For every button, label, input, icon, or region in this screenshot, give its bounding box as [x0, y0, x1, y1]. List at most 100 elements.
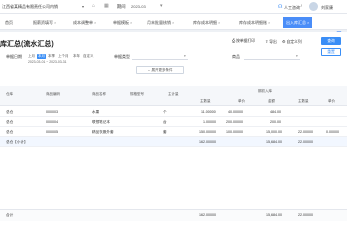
close-icon[interactable]: ×: [172, 20, 174, 25]
cell-warehouse: 总仓: [6, 110, 14, 114]
close-icon[interactable]: ×: [218, 20, 220, 25]
page-title: 库汇总(流水汇总): [0, 41, 54, 48]
tab-label: 出入库汇总: [286, 20, 306, 25]
print-label: 按单据打印: [236, 39, 256, 43]
col-price[interactable]: 单价: [238, 99, 245, 104]
tab-stock-ledger[interactable]: 库存成本明细账×: [236, 17, 273, 28]
date-range-input[interactable]: 2023-03-01 ~ 2023-03-31: [28, 60, 67, 64]
chevron-down-icon[interactable]: ▾: [160, 3, 163, 9]
chip-this-year[interactable]: 本年: [73, 54, 80, 59]
help-link[interactable]: 人工咨询: [284, 5, 300, 11]
reset-button[interactable]: 重置: [321, 48, 341, 56]
cell-unit: 台: [163, 120, 167, 124]
tab-label: 库存成本明细账: [239, 20, 267, 25]
period-value[interactable]: 2023-03: [131, 4, 146, 9]
tab-home[interactable]: 首页: [2, 17, 16, 28]
cell-price: 200.00000: [226, 120, 243, 124]
tab-label: 单据模板: [113, 20, 129, 25]
tab-cost-adjust[interactable]: 成本调整单×: [70, 17, 99, 28]
col-code[interactable]: 商品编码: [46, 92, 60, 97]
export-button[interactable]: ⇪ 导出: [265, 39, 277, 45]
cell-unit: 个: [163, 110, 167, 114]
date-filter-label: 单据日期: [6, 54, 22, 59]
tab-inout-summary[interactable]: 出入库汇总×: [283, 17, 313, 28]
company-name[interactable]: 江西省某精品有限责任公司内销: [2, 4, 58, 10]
close-icon[interactable]: ×: [268, 20, 270, 25]
custom-columns-label: 自定义列: [286, 40, 302, 44]
avatar[interactable]: [309, 2, 318, 11]
chevron-down-icon[interactable]: ▾: [184, 54, 186, 58]
cell-qty2: 22.00000: [298, 130, 313, 134]
col-warehouse[interactable]: 仓库: [6, 92, 13, 97]
tab-salary[interactable]: 报薪资填写×: [30, 17, 59, 28]
chip-custom[interactable]: 自定义: [83, 54, 94, 59]
export-label: 导出: [269, 40, 277, 44]
tab-label: 月末批量核销: [147, 20, 171, 25]
table-row[interactable]: 总仓 000004 联想笔记本 台 1.00000 200.00000 200.…: [0, 117, 347, 127]
top-bar: 江西省某精品有限责任公司内销 ▾ ⌂ ▦ 期间 2023-03 ▾ ☊ 人工咨询…: [0, 0, 347, 14]
subtotal-row: 总仓【小计】 162.00000 15,684.00 22.00000: [0, 137, 347, 147]
cell-price: 40.00000: [228, 110, 243, 114]
tab-stock-cost[interactable]: 库存成本明细×: [190, 17, 223, 28]
menu-grid-icon[interactable]: ▦: [104, 3, 109, 9]
close-icon[interactable]: ×: [94, 20, 96, 25]
tab-month-end[interactable]: 月末批量核销×: [144, 17, 177, 28]
group-header: 期初入库: [258, 89, 272, 93]
col-qty2[interactable]: 主数量: [298, 99, 309, 104]
period-label: 期间: [117, 4, 126, 9]
total-row: 合计 162.00000 15,684.00 22.00000: [0, 209, 347, 221]
col-amount[interactable]: 金额: [268, 99, 275, 104]
tab-bar: 首页 报薪资填写× 成本调整单× 单据模板× 月末批量核销× 库存成本明细× 库…: [0, 14, 347, 38]
bell-icon[interactable]: ♪: [300, 3, 303, 9]
user-name[interactable]: 刘家康: [321, 5, 333, 11]
main-panel: 库汇总(流水汇总) ⎙ 按单据打印 ⇪ 导出 ⚙ 自定义列 查询 重置 单据日期…: [0, 32, 347, 240]
cell-unit: 套: [163, 130, 167, 134]
cell-warehouse: 总仓: [6, 130, 14, 134]
chip-this-quarter[interactable]: 本季: [48, 54, 55, 59]
cell-qty: 1.00000: [203, 120, 216, 124]
tab-label: 报薪资填写: [33, 20, 53, 25]
col-unit[interactable]: 主计量: [168, 92, 179, 97]
table-row[interactable]: 总仓 000005 精品衣服外套 套 150.00000 100.00000 1…: [0, 127, 347, 137]
doc-type-select[interactable]: [132, 59, 188, 60]
goods-label: 商品: [232, 54, 240, 59]
chevron-down-icon[interactable]: ▾: [296, 54, 298, 58]
chip-last-month[interactable]: 上月: [28, 54, 35, 59]
chip-this-month[interactable]: 本月: [37, 54, 46, 59]
subtotal-amount: 15,684.00: [266, 140, 282, 144]
expand-label: 展开更多条件: [151, 68, 173, 72]
table-row[interactable]: 总仓 000003 水果 个 11.00000 40.00000 484.00: [0, 107, 347, 117]
home-icon[interactable]: ⌂: [92, 3, 95, 9]
goods-select[interactable]: [244, 59, 300, 60]
headset-icon[interactable]: ☊: [278, 4, 282, 10]
close-icon[interactable]: ×: [54, 20, 56, 25]
custom-columns-button[interactable]: ⚙ 自定义列: [282, 39, 302, 45]
cell-amount: 484.00: [270, 110, 281, 114]
cell-code: 000005: [46, 130, 58, 134]
close-icon[interactable]: ×: [130, 20, 132, 25]
col-price2[interactable]: 单价: [328, 99, 335, 104]
print-button[interactable]: ⎙ 按单据打印: [232, 39, 255, 44]
chip-prev-month[interactable]: 上个月: [58, 54, 69, 59]
table-header: 仓库 商品编码 商品名称 规格型号 主计量 主数量 单价 金额 主数量 单价: [0, 92, 347, 106]
total-amount: 15,684.00: [266, 213, 282, 217]
close-icon[interactable]: ×: [307, 20, 309, 25]
col-spec[interactable]: 规格型号: [130, 92, 144, 97]
query-button[interactable]: 查询: [321, 37, 341, 45]
expand-filters-button[interactable]: ⌄ 展开更多条件: [136, 66, 184, 74]
col-qty[interactable]: 主数量: [200, 99, 211, 104]
col-name[interactable]: 商品名称: [92, 92, 106, 97]
tab-label: 首页: [5, 20, 13, 25]
cell-price2: 0.00000: [326, 130, 339, 134]
subtotal-qty: 162.00000: [199, 140, 216, 144]
total-label: 合计: [6, 213, 14, 217]
tab-template[interactable]: 单据模板×: [110, 17, 135, 28]
cell-name: 精品衣服外套: [92, 130, 114, 134]
cell-price: 100.00000: [226, 130, 243, 134]
subtotal-qty2: 22.00000: [298, 140, 313, 144]
cell-code: 000003: [46, 110, 58, 114]
company-dropdown-icon[interactable]: ▾: [82, 4, 84, 9]
cell-qty: 150.00000: [199, 130, 216, 134]
cell-name: 联想笔记本: [92, 120, 110, 124]
subtotal-label: 总仓【小计】: [6, 140, 28, 144]
